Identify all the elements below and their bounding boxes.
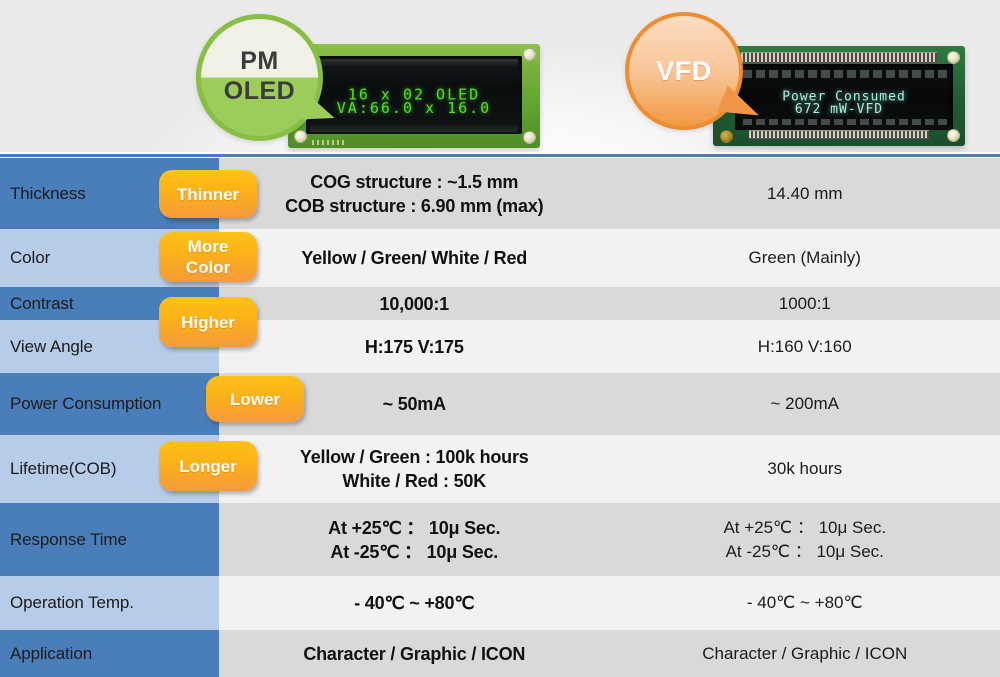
table-row: Thickness COG structure : ~1.5 mm COB st…	[0, 158, 1000, 229]
vfd-grid-mesh-bottom	[743, 119, 947, 125]
pm-oled-module-image: 16 x 02 OLED VA:66.0 x 16.0	[288, 44, 540, 148]
table-row: Lifetime(COB) Yellow / Green : 100k hour…	[0, 435, 1000, 503]
vfd-value: - 40℃ ~ +80℃	[609, 576, 1000, 630]
pcb-pad-strip	[312, 140, 346, 145]
pm-oled-callout-label: PM OLED	[223, 46, 296, 105]
badge-longer: Longer	[159, 441, 257, 491]
table-row: Response Time At +25℃ ： 10μ Sec. At -25℃…	[0, 503, 1000, 576]
oled-value: - 40℃ ~ +80℃	[219, 576, 610, 630]
vfd-value: Green (Mainly)	[609, 229, 1000, 287]
oled-display-glass: 16 x 02 OLED	[306, 56, 522, 134]
oled-value: 10,000:1	[219, 287, 610, 320]
vfd-value: Character / Graphic / ICON	[609, 630, 1000, 677]
screw-icon	[947, 51, 960, 64]
vfd-value: H:160 V:160	[609, 320, 1000, 373]
screw-icon	[947, 129, 960, 142]
vfd-value: 1000:1	[609, 287, 1000, 320]
vfd-value: 14.40 mm	[609, 158, 1000, 229]
oled-value: H:175 V:175	[219, 320, 610, 373]
badge-thinner: Thinner	[159, 170, 257, 218]
screw-icon	[294, 130, 307, 143]
header-banner: 16 x 02 OLED VA:66.0 x 16.0 Power Consum…	[0, 0, 1000, 152]
vfd-value: 30k hours	[609, 435, 1000, 503]
oled-value: Yellow / Green : 100k hours White / Red …	[219, 435, 610, 503]
vfd-display-glass: Power Consumed	[735, 64, 953, 130]
vfd-pin-header	[741, 52, 937, 63]
spec-comparison-table: Thickness COG structure : ~1.5 mm COB st…	[0, 158, 1000, 677]
oled-value: Yellow / Green/ White / Red	[219, 229, 610, 287]
vfd-grid-mesh-top	[743, 70, 947, 78]
badge-higher: Higher	[159, 297, 257, 347]
badge-lower: Lower	[206, 376, 304, 422]
row-label: Response Time	[0, 503, 219, 576]
screw-icon	[523, 131, 536, 144]
table-row: Color Yellow / Green/ White / Red Green …	[0, 229, 1000, 287]
vfd-callout-label: VFD	[656, 55, 712, 86]
row-label: Power Consumption	[0, 373, 219, 435]
oled-value: Character / Graphic / ICON	[219, 630, 610, 677]
oled-value: At +25℃ ： 10μ Sec. At -25℃ ： 10μ Sec.	[219, 503, 610, 576]
table-row: Application Character / Graphic / ICON C…	[0, 630, 1000, 677]
screw-icon	[720, 130, 733, 143]
table-row: Operation Temp. - 40℃ ~ +80℃ - 40℃ ~ +80…	[0, 576, 1000, 630]
vfd-value: At +25℃ ： 10μ Sec. At -25℃ ： 10μ Sec.	[609, 503, 1000, 576]
comparison-infographic: 16 x 02 OLED VA:66.0 x 16.0 Power Consum…	[0, 0, 1000, 677]
row-label: Application	[0, 630, 219, 677]
table-row: Power Consumption ~ 50mA ~ 200mA	[0, 373, 1000, 435]
oled-value: COG structure : ~1.5 mm COB structure : …	[219, 158, 610, 229]
vfd-value: ~ 200mA	[609, 373, 1000, 435]
table-row: Contrast 10,000:1 1000:1	[0, 287, 1000, 320]
screw-icon	[523, 48, 536, 61]
vfd-callout-bubble: VFD	[625, 12, 765, 130]
row-label: Operation Temp.	[0, 576, 219, 630]
pm-oled-callout-bubble: PM OLED	[196, 14, 339, 141]
vfd-pin-header-bottom	[749, 130, 929, 139]
badge-more-color: More Color	[159, 232, 257, 282]
table-row: View Angle H:175 V:175 H:160 V:160	[0, 320, 1000, 373]
